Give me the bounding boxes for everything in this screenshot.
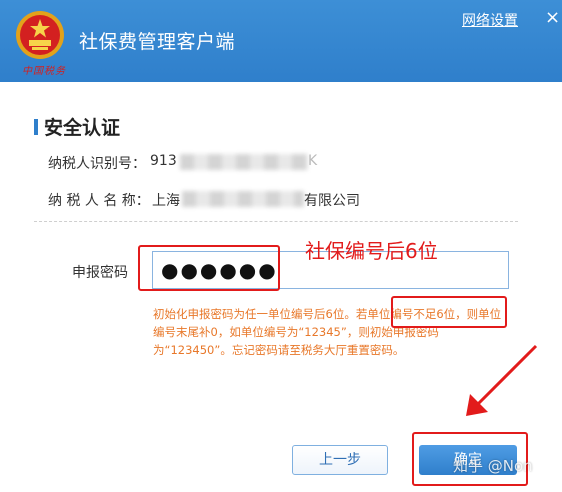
logo-text: 中国税务 [22, 66, 66, 77]
section-title: 安全认证 [44, 117, 121, 139]
taxpayer-name-prefix: 上海 [152, 193, 180, 209]
back-button[interactable]: 上一步 [292, 445, 388, 475]
app-title: 社保费管理客户端 [79, 31, 236, 53]
password-label: 申报密码 [72, 265, 128, 281]
tax-id-redacted [180, 154, 308, 170]
section-accent-bar [34, 119, 38, 135]
tax-id-suffix: K [308, 153, 318, 169]
tax-id-label: 纳税人识别号： [48, 156, 146, 172]
title-bar: 中国税务 社保费管理客户端 网络设置 × [0, 0, 562, 82]
network-settings-link[interactable]: 网络设置 [462, 10, 518, 30]
taxpayer-name-label: 纳 税 人 名 称： [48, 193, 150, 209]
divider [34, 221, 518, 222]
tax-emblem-icon [16, 11, 64, 59]
tax-id-prefix: 913 [150, 153, 177, 169]
taxpayer-name-suffix: 有限公司 [304, 193, 360, 209]
password-hint: 初始化申报密码为任一单位编号后6位。若单位编号不足6位，则单位编号末尾补0，如单… [153, 307, 502, 357]
taxpayer-name-redacted [182, 191, 304, 207]
red-arrow-icon [466, 344, 538, 416]
annotation-text: 社保编号后6位 [305, 239, 438, 263]
close-icon[interactable]: × [545, 7, 560, 28]
watermark: 知乎 @Non [453, 457, 533, 475]
